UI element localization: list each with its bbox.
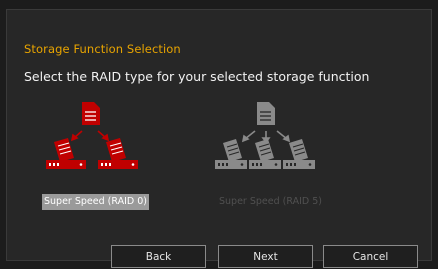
back-button[interactable]: Back <box>111 245 206 268</box>
raid5-label[interactable]: Super Speed (RAID 5) <box>217 194 324 210</box>
raid0-diagram-icon <box>46 102 138 169</box>
raid0-label[interactable]: Super Speed (RAID 0) <box>42 194 149 210</box>
raid5-diagram-icon <box>215 102 315 169</box>
raid5-option[interactable]: Super Speed (RAID 5) <box>205 98 325 210</box>
section-title: Storage Function Selection <box>24 42 181 56</box>
next-button[interactable]: Next <box>218 245 313 268</box>
cancel-button[interactable]: Cancel <box>323 245 418 268</box>
raid0-option[interactable]: Super Speed (RAID 0) <box>40 98 160 210</box>
prompt-text: Select the RAID type for your selected s… <box>24 69 370 84</box>
